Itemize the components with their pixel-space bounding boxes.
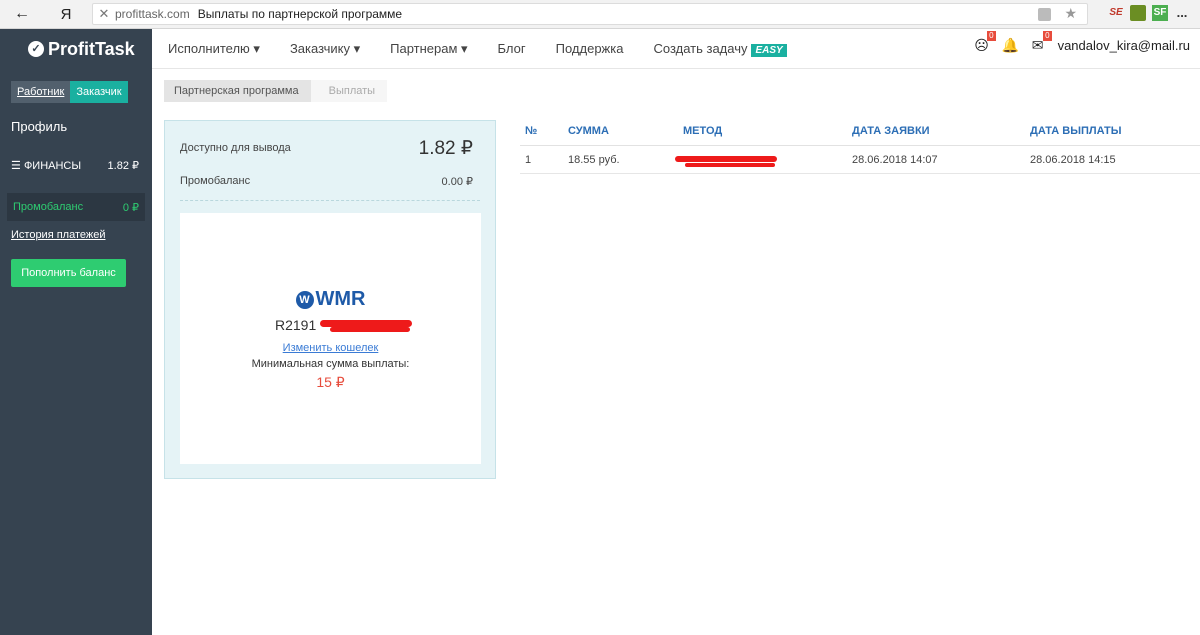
header-request-date: ДАТА ЗАЯВКИ [852, 125, 930, 137]
breadcrumb-partner-program[interactable]: Партнерская программа [164, 80, 311, 102]
logo[interactable]: ✓ ProfitTask [0, 29, 152, 69]
finance-text: ФИНАНСЫ [23, 160, 82, 172]
promo-balance-label: Промобаланс [180, 175, 251, 187]
nav-blog[interactable]: Блог [498, 41, 526, 56]
wmr-text: WMR [315, 288, 366, 310]
yandex-logo-icon[interactable]: Я [44, 6, 88, 23]
wallet-number: R2191 [275, 317, 317, 333]
wallet-card: W WMR R2191 Изменить кошелек Минимальная … [180, 213, 481, 464]
user-email[interactable]: vandalov_kira@mail.ru [1058, 38, 1190, 53]
table-row: 1 18.55 руб. 28.06.2018 14:07 28.06.2018… [520, 146, 1200, 174]
mail-icon[interactable]: ✉ 0 [1030, 31, 1052, 53]
payment-history-link[interactable]: История платежей [11, 229, 106, 241]
header-number: № [525, 125, 538, 137]
nav-performer[interactable]: Исполнителю ▾ [168, 41, 260, 57]
back-arrow-icon[interactable]: ← [0, 5, 44, 23]
available-label: Доступно для вывода [180, 142, 291, 154]
extension-icons: SE SF ... [1108, 5, 1190, 21]
table-header: № СУММА МЕТОД ДАТА ЗАЯВКИ ДАТА ВЫПЛАТЫ [520, 125, 1200, 146]
sidebar-item-profile[interactable]: Профиль [11, 119, 67, 134]
wallet-panel: Доступно для вывода 1.82 ₽ Промобаланс 0… [164, 120, 496, 479]
sidebar: ✓ ProfitTask Работник Заказчик Профиль ☰… [0, 29, 152, 635]
sad-face-icon[interactable]: ☹ 0 [974, 31, 996, 53]
sf-extension-icon[interactable]: SF [1152, 5, 1168, 21]
logo-check-icon: ✓ [28, 41, 44, 57]
cell-request-date: 28.06.2018 14:07 [852, 153, 938, 166]
redaction-scribble-2 [330, 327, 410, 332]
se-extension-icon[interactable]: SE [1108, 5, 1124, 21]
bookmark-star-icon[interactable]: ★ [1064, 5, 1077, 22]
promo-balance-value: 0.00 ₽ [441, 176, 473, 188]
available-value: 1.82 ₽ [418, 138, 473, 159]
coins-icon: ☰ [11, 160, 21, 172]
redaction-scribble-method [675, 155, 777, 162]
finance-value: 1.82 ₽ [107, 160, 139, 172]
role-switch: Работник Заказчик [11, 81, 128, 103]
divider [180, 200, 480, 201]
logo-text: ProfitTask [48, 38, 135, 59]
browser-bar: ← Я ✕ profittask.com Выплаты по партнерс… [0, 0, 1200, 29]
top-nav: Исполнителю ▾ Заказчику ▾ Партнерам ▾ Бл… [152, 29, 1200, 69]
payouts-table: № СУММА МЕТОД ДАТА ЗАЯВКИ ДАТА ВЫПЛАТЫ 1… [520, 125, 1200, 174]
nav-create-task[interactable]: Создать задачу EASY [653, 40, 787, 57]
more-icon[interactable]: ... [1174, 5, 1190, 21]
promo-value: 0 ₽ [122, 201, 139, 214]
finance-label: ☰ ФИНАНСЫ [11, 159, 81, 172]
url-domain: profittask.com [115, 7, 190, 21]
nav-partners[interactable]: Партнерам ▾ [390, 41, 467, 57]
nav-right: ☹ 0 🔔 ✉ 0 vandalov_kira@mail.ru [974, 31, 1190, 53]
lock-icon[interactable] [1038, 8, 1051, 21]
address-bar[interactable]: ✕ profittask.com Выплаты по партнерской … [92, 3, 1088, 25]
cell-number: 1 [525, 153, 532, 166]
mail-count-badge: 0 [1043, 31, 1052, 41]
sidebar-item-finance[interactable]: ☰ ФИНАНСЫ 1.82 ₽ [11, 159, 139, 172]
breadcrumb-payouts: Выплаты [310, 80, 388, 102]
change-wallet-link[interactable]: Изменить кошелек [180, 342, 481, 354]
header-payout-date: ДАТА ВЫПЛАТЫ [1030, 125, 1122, 137]
nav-customer[interactable]: Заказчику ▾ [290, 41, 360, 57]
notif-count-badge: 0 [987, 31, 996, 41]
topup-balance-button[interactable]: Пополнить баланс [11, 259, 126, 287]
promo-label: Промобаланс [13, 201, 84, 213]
breadcrumb: Партнерская программа Выплаты [164, 80, 388, 102]
page-title: Выплаты по партнерской программе [197, 7, 403, 21]
header-amount: СУММА [568, 125, 609, 137]
min-payout-label: Минимальная сумма выплаты: [251, 358, 410, 370]
bell-icon[interactable]: 🔔 [1002, 37, 1019, 53]
cell-amount: 18.55 руб. [568, 153, 620, 166]
cell-payout-date: 28.06.2018 14:15 [1030, 153, 1116, 166]
nav-support[interactable]: Поддержка [556, 41, 624, 56]
easy-badge: EASY [751, 43, 787, 57]
role-worker-button[interactable]: Работник [11, 81, 71, 103]
close-icon[interactable]: ✕ [93, 6, 115, 22]
sidebar-item-promobalance[interactable]: Промобаланс 0 ₽ [7, 193, 145, 221]
webmoney-globe-icon: W [295, 290, 314, 309]
wmr-logo: W WMR [180, 288, 481, 311]
redaction-scribble-method-2 [685, 162, 775, 167]
redaction-scribble [320, 320, 412, 327]
header-method: МЕТОД [683, 125, 723, 137]
min-payout-value: 15 ₽ [316, 374, 345, 390]
monitor-extension-icon[interactable] [1130, 5, 1146, 21]
role-client-button[interactable]: Заказчик [70, 81, 128, 103]
create-task-label: Создать задачу [653, 40, 748, 56]
